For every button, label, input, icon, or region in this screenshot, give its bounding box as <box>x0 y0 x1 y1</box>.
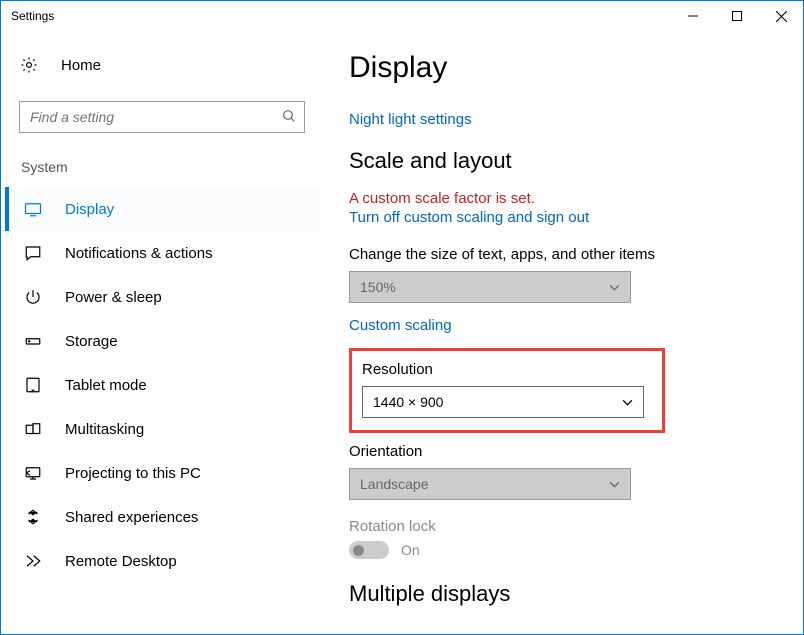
page-title: Display <box>349 51 775 85</box>
sidebar-item-storage[interactable]: Storage <box>5 319 319 363</box>
sidebar-item-tablet-mode[interactable]: Tablet mode <box>5 363 319 407</box>
projecting-icon <box>23 463 43 483</box>
sidebar-item-label: Shared experiences <box>65 509 198 526</box>
toggle-knob <box>353 545 364 556</box>
sidebar-item-label: Notifications & actions <box>65 245 213 262</box>
custom-scale-warning: A custom scale factor is set. <box>349 190 775 207</box>
custom-scaling-link[interactable]: Custom scaling <box>349 317 452 334</box>
sidebar-item-label: Multitasking <box>65 421 144 438</box>
sidebar-item-label: Power & sleep <box>65 289 162 306</box>
rotation-lock-label: Rotation lock <box>349 518 775 535</box>
sidebar: Home System Display Notifications & <box>1 31 321 634</box>
sidebar-item-label: Remote Desktop <box>65 553 177 570</box>
sidebar-item-notifications[interactable]: Notifications & actions <box>5 231 319 275</box>
close-button[interactable] <box>759 1 803 31</box>
resolution-value: 1440 × 900 <box>373 394 443 410</box>
storage-icon <box>23 331 43 351</box>
sidebar-item-power-sleep[interactable]: Power & sleep <box>5 275 319 319</box>
rotation-lock-toggle[interactable] <box>349 541 389 559</box>
rotation-lock-state: On <box>401 542 420 558</box>
gear-icon <box>19 55 39 75</box>
window-controls <box>671 1 803 31</box>
chevron-down-icon <box>609 479 620 490</box>
turn-off-scaling-link[interactable]: Turn off custom scaling and sign out <box>349 209 589 226</box>
sidebar-item-projecting[interactable]: Projecting to this PC <box>5 451 319 495</box>
chevron-down-icon <box>622 397 633 408</box>
change-size-label: Change the size of text, apps, and other… <box>349 246 775 263</box>
window-title: Settings <box>11 9 54 23</box>
display-icon <box>23 199 43 219</box>
content-area: Home System Display Notifications & <box>1 31 803 634</box>
chat-icon <box>23 243 43 263</box>
search-icon <box>281 108 297 124</box>
power-icon <box>23 287 43 307</box>
search-input[interactable] <box>19 101 305 133</box>
sidebar-item-multitasking[interactable]: Multitasking <box>5 407 319 451</box>
rotation-lock-toggle-row: On <box>349 541 775 559</box>
tablet-icon <box>23 375 43 395</box>
minimize-button[interactable] <box>671 1 715 31</box>
scale-layout-heading: Scale and layout <box>349 148 775 174</box>
remote-desktop-icon <box>23 551 43 571</box>
home-label: Home <box>61 57 101 74</box>
titlebar: Settings <box>1 1 803 31</box>
settings-window: Settings Home <box>0 0 804 635</box>
resolution-label: Resolution <box>362 361 652 378</box>
sidebar-item-label: Storage <box>65 333 118 350</box>
sidebar-item-display[interactable]: Display <box>5 187 319 231</box>
night-light-link[interactable]: Night light settings <box>349 111 472 128</box>
resolution-highlight: Resolution 1440 × 900 <box>349 348 665 433</box>
sidebar-group-title: System <box>5 155 319 187</box>
sidebar-item-label: Display <box>65 201 114 218</box>
sidebar-item-label: Projecting to this PC <box>65 465 201 482</box>
share-icon <box>23 507 43 527</box>
home-link[interactable]: Home <box>5 45 319 85</box>
orientation-label: Orientation <box>349 443 775 460</box>
orientation-dropdown[interactable]: Landscape <box>349 468 631 500</box>
sidebar-item-shared-experiences[interactable]: Shared experiences <box>5 495 319 539</box>
search-container <box>19 101 305 133</box>
multiple-displays-heading: Multiple displays <box>349 581 775 607</box>
chevron-down-icon <box>609 282 620 293</box>
orientation-value: Landscape <box>360 476 429 492</box>
resolution-dropdown[interactable]: 1440 × 900 <box>362 386 644 418</box>
main-panel: Display Night light settings Scale and l… <box>321 31 803 634</box>
maximize-button[interactable] <box>715 1 759 31</box>
sidebar-item-remote-desktop[interactable]: Remote Desktop <box>5 539 319 583</box>
scale-dropdown[interactable]: 150% <box>349 271 631 303</box>
multitasking-icon <box>23 419 43 439</box>
scale-value: 150% <box>360 279 396 295</box>
sidebar-item-label: Tablet mode <box>65 377 147 394</box>
